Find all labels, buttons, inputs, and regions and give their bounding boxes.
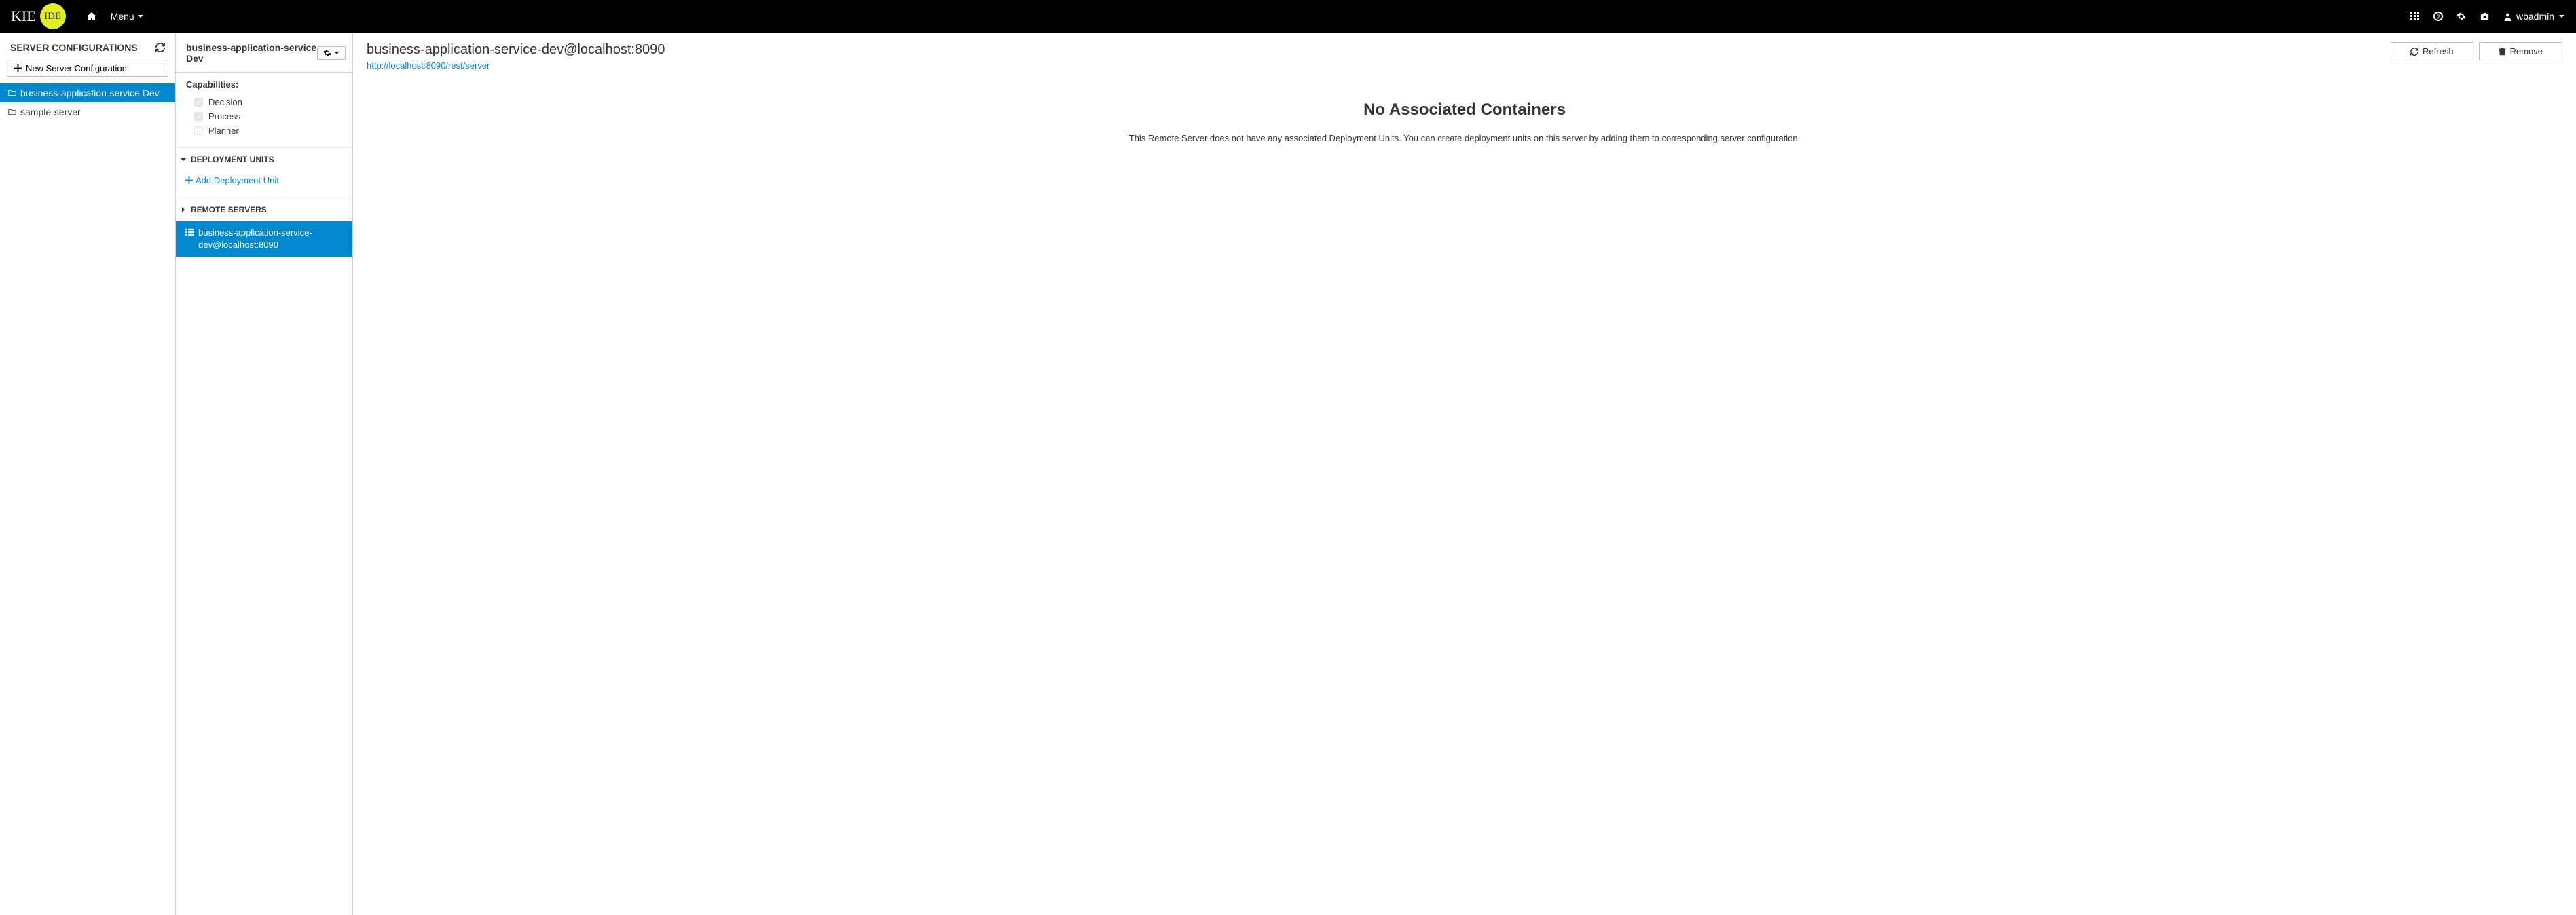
refresh-label: Refresh (2423, 46, 2454, 56)
remote-server-title: business-application-service-dev@localho… (367, 42, 665, 58)
refresh-configs-icon[interactable] (155, 43, 165, 52)
server-configurations-panel: SERVER CONFIGURATIONS New Server Configu… (0, 33, 176, 915)
list-icon (185, 228, 194, 237)
config-title: business-application-service Dev (186, 42, 317, 64)
logo[interactable]: KIE IDE (11, 3, 66, 29)
capability-label: Decision (208, 97, 242, 107)
capability-label: Process (208, 111, 240, 122)
capabilities-section: Capabilities: Decision Process Planner (176, 73, 352, 148)
apps-icon[interactable] (2410, 12, 2420, 21)
menu-dropdown[interactable]: Menu (111, 11, 144, 22)
svg-text:?: ? (2436, 14, 2440, 20)
empty-state: No Associated Containers This Remote Ser… (367, 100, 2562, 143)
remote-server-item[interactable]: business-application-service-dev@localho… (176, 221, 352, 257)
user-icon (2503, 12, 2512, 21)
server-config-item[interactable]: sample-server (0, 102, 175, 122)
content-panel: business-application-service-dev@localho… (353, 33, 2576, 915)
top-navbar: KIE IDE Menu ? wbadmin (0, 0, 2576, 33)
deployment-units-header[interactable]: DEPLOYMENT UNITS (176, 148, 352, 171)
config-details-panel: business-application-service Dev Capabil… (176, 33, 353, 915)
capability-decision[interactable]: Decision (186, 95, 342, 109)
empty-heading: No Associated Containers (367, 100, 2562, 119)
remove-label: Remove (2510, 46, 2543, 56)
capability-planner[interactable]: Planner (186, 124, 342, 138)
new-server-configuration-button[interactable]: New Server Configuration (7, 60, 168, 77)
home-icon[interactable] (86, 11, 97, 22)
capability-checkbox[interactable] (194, 126, 203, 135)
plus-icon (14, 64, 22, 72)
server-config-item[interactable]: business-application-service Dev (0, 83, 175, 102)
capability-label: Planner (208, 126, 239, 136)
remote-server-label: business-application-service-dev@localho… (198, 227, 343, 251)
deployment-units-label: DEPLOYMENT UNITS (191, 155, 274, 164)
server-config-label: sample-server (20, 107, 81, 117)
admin-icon[interactable] (2480, 12, 2490, 22)
folder-icon (8, 108, 16, 116)
empty-text: This Remote Server does not have any ass… (367, 133, 2562, 143)
server-config-label: business-application-service Dev (20, 88, 160, 98)
capability-checkbox[interactable] (194, 112, 203, 121)
new-config-label: New Server Configuration (26, 63, 127, 73)
username-label: wbadmin (2516, 11, 2554, 22)
help-icon[interactable]: ? (2433, 12, 2443, 21)
chevron-down-icon (334, 50, 339, 56)
config-settings-button[interactable] (317, 46, 346, 60)
chevron-right-icon (180, 206, 187, 213)
chevron-down-icon (137, 13, 144, 20)
menu-label: Menu (111, 11, 134, 22)
remote-servers-label: REMOTE SERVERS (191, 205, 267, 214)
logo-kie-text: KIE (11, 7, 36, 25)
plus-icon (185, 176, 193, 184)
add-deployment-unit-link[interactable]: Add Deployment Unit (176, 171, 352, 198)
capabilities-label: Capabilities: (186, 79, 342, 90)
chevron-down-icon (180, 156, 187, 163)
trash-icon (2499, 48, 2506, 56)
remote-servers-header[interactable]: REMOTE SERVERS (176, 198, 352, 221)
capability-process[interactable]: Process (186, 109, 342, 124)
refresh-button[interactable]: Refresh (2391, 42, 2473, 60)
user-menu[interactable]: wbadmin (2503, 11, 2565, 22)
add-deployment-label: Add Deployment Unit (196, 175, 279, 185)
remote-server-url-link[interactable]: http://localhost:8090/rest/server (367, 60, 490, 71)
settings-icon[interactable] (2457, 12, 2466, 21)
gear-icon (323, 49, 331, 57)
remove-button[interactable]: Remove (2479, 42, 2562, 60)
logo-ide-badge: IDE (40, 3, 66, 29)
server-config-list: business-application-service Dev sample-… (0, 83, 175, 122)
server-configurations-title: SERVER CONFIGURATIONS (10, 42, 138, 53)
chevron-down-icon (2558, 13, 2565, 20)
refresh-icon (2410, 48, 2418, 56)
folder-icon (8, 89, 16, 97)
capability-checkbox[interactable] (194, 98, 203, 107)
